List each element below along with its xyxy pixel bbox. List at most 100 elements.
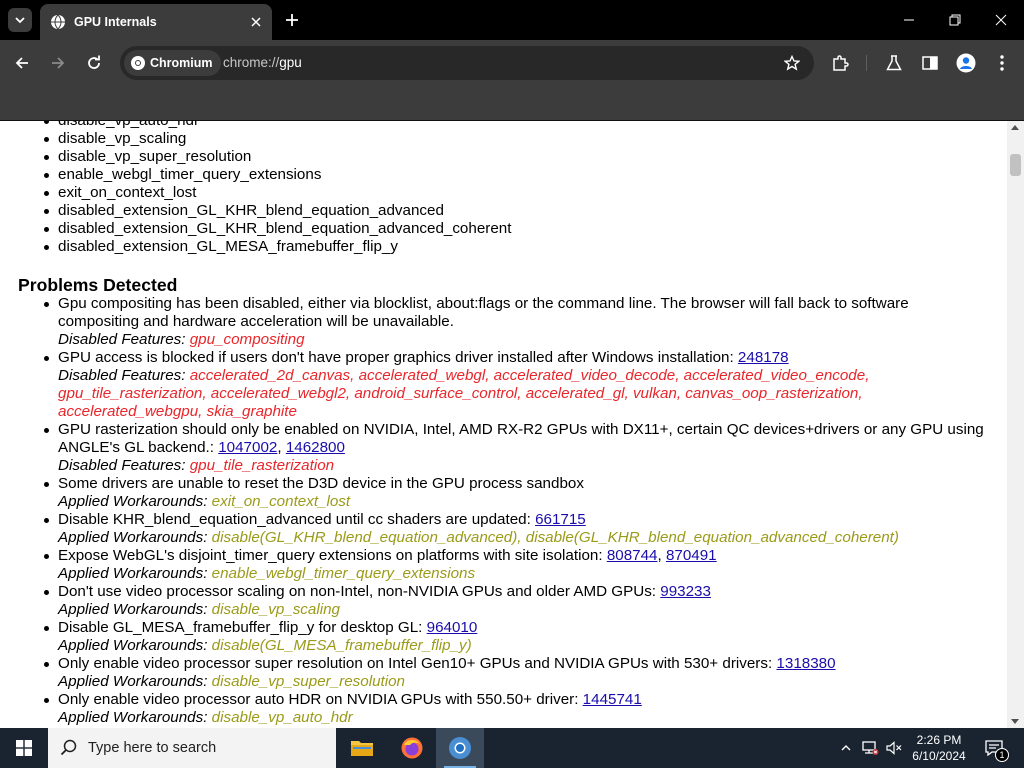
avatar-icon: [956, 53, 976, 73]
bug-link[interactable]: 870491: [666, 547, 717, 564]
scrollbar-thumb[interactable]: [1010, 154, 1021, 176]
network-button[interactable]: [860, 738, 880, 758]
list-item: disable_vp_super_resolution: [40, 148, 1007, 166]
disabled-features-value: gpu_tile_rasterization: [189, 457, 335, 474]
problem-description: Don't use video processor scaling on non…: [58, 583, 657, 600]
workarounds-list: disable_vp_auto_hdrdisable_vp_scalingdis…: [0, 121, 1007, 256]
bug-link[interactable]: 1462800: [286, 439, 345, 456]
applied-workarounds-label: Applied Workarounds:: [58, 493, 208, 510]
tab-gpu-internals[interactable]: GPU Internals: [40, 4, 272, 40]
problem-description: GPU rasterization should only be enabled…: [58, 421, 984, 456]
scroll-up-arrow[interactable]: [1011, 125, 1019, 130]
applied-workarounds-line: Applied Workarounds: disable_vp_super_re…: [58, 673, 990, 691]
applied-workarounds-line: Applied Workarounds: enable_webgl_timer_…: [58, 565, 990, 583]
windows-taskbar: Type here to search 2:26 PM 6/10/2024 1: [0, 728, 1024, 768]
chevron-up-icon: [841, 745, 851, 751]
start-button[interactable]: [0, 728, 48, 768]
new-tab-button[interactable]: [280, 8, 304, 32]
notification-center-button[interactable]: 1: [982, 736, 1009, 762]
search-placeholder: Type here to search: [88, 740, 217, 756]
flask-icon: [886, 55, 902, 71]
bug-link[interactable]: 1047002: [218, 439, 277, 456]
show-hidden-icons-button[interactable]: [836, 738, 856, 758]
extensions-button[interactable]: [826, 49, 854, 77]
tab-search-button[interactable]: [8, 8, 32, 32]
page-scroll-content: disable_vp_auto_hdrdisable_vp_scalingdis…: [0, 121, 1007, 726]
applied-workarounds-label: Applied Workarounds:: [58, 565, 208, 582]
minimize-button[interactable]: [886, 0, 932, 40]
firefox-taskbar-button[interactable]: [388, 728, 436, 768]
taskbar-clock[interactable]: 2:26 PM 6/10/2024: [900, 732, 978, 764]
problem-item: GPU access is blocked if users don't hav…: [40, 349, 990, 421]
close-icon: [251, 17, 261, 27]
applied-workarounds-value: disable_vp_super_resolution: [211, 673, 406, 690]
side-panel-icon: [922, 56, 938, 70]
taskbar-search-box[interactable]: Type here to search: [48, 728, 336, 768]
page-scrollbar[interactable]: [1007, 121, 1024, 728]
site-info-chip[interactable]: Chromium: [124, 50, 221, 76]
search-icon: [60, 739, 77, 756]
applied-workarounds-value: disable(GL_KHR_blend_equation_advanced),…: [211, 529, 899, 546]
labs-button[interactable]: [880, 49, 908, 77]
bug-link[interactable]: 661715: [535, 511, 586, 528]
bug-link[interactable]: 248178: [738, 349, 789, 366]
menu-button[interactable]: [988, 49, 1016, 77]
chromium-taskbar-button[interactable]: [436, 728, 484, 768]
list-item: disable_vp_scaling: [40, 130, 1007, 148]
applied-workarounds-line: Applied Workarounds: exit_on_context_los…: [58, 493, 990, 511]
toolbar-divider: [866, 55, 867, 71]
problems-heading: Problems Detected: [18, 275, 178, 295]
side-panel-button[interactable]: [916, 49, 944, 77]
problem-item: GPU rasterization should only be enabled…: [40, 421, 990, 475]
back-button[interactable]: [8, 49, 36, 77]
applied-workarounds-line: Applied Workarounds: disable_vp_auto_hdr: [58, 709, 990, 727]
url-scheme: chrome://: [223, 55, 280, 70]
bug-link[interactable]: 993233: [660, 583, 711, 600]
bug-link[interactable]: 808744: [607, 547, 658, 564]
list-item: disabled_extension_GL_KHR_blend_equation…: [40, 202, 1007, 220]
bug-link[interactable]: 1318380: [776, 655, 835, 672]
applied-workarounds-label: Applied Workarounds:: [58, 673, 208, 690]
disabled-features-line: Disabled Features: gpu_tile_rasterizatio…: [58, 457, 990, 475]
bug-link[interactable]: 964010: [427, 619, 478, 636]
problem-item: Gpu compositing has been disabled, eithe…: [40, 295, 990, 349]
close-window-button[interactable]: [978, 0, 1024, 40]
file-explorer-taskbar-button[interactable]: [338, 728, 386, 768]
applied-workarounds-value: disable_vp_scaling: [211, 601, 340, 618]
problem-item: Only enable video processor super resolu…: [40, 655, 990, 691]
forward-button[interactable]: [44, 49, 72, 77]
more-vertical-icon: [1000, 55, 1004, 71]
bookmark-button[interactable]: [782, 53, 802, 73]
chromium-icon: [449, 737, 471, 759]
minimize-icon: [904, 19, 914, 21]
restore-button[interactable]: [932, 0, 978, 40]
disabled-features-label: Disabled Features:: [58, 367, 186, 384]
list-item: disable_vp_auto_hdr: [40, 121, 1007, 130]
applied-workarounds-value: enable_webgl_timer_query_extensions: [211, 565, 476, 582]
bug-link[interactable]: 1445741: [583, 691, 642, 708]
profile-button[interactable]: [952, 49, 980, 77]
url-path: gpu: [279, 55, 302, 70]
page-content: disable_vp_auto_hdrdisable_vp_scalingdis…: [0, 121, 1007, 728]
scroll-down-arrow[interactable]: [1011, 719, 1019, 724]
arrow-left-icon: [15, 57, 28, 69]
close-icon: [995, 14, 1007, 26]
applied-workarounds-value: disable(GL_MESA_framebuffer_flip_y): [211, 637, 472, 654]
star-icon: [784, 55, 800, 71]
reload-button[interactable]: [80, 49, 108, 77]
plus-icon: [286, 14, 298, 26]
url-text[interactable]: chrome://gpu: [223, 55, 302, 70]
arrow-right-icon: [52, 57, 65, 69]
chevron-down-icon: [15, 17, 25, 24]
problem-item: Some drivers are unable to reset the D3D…: [40, 475, 990, 511]
address-bar[interactable]: Chromium chrome://gpu: [120, 46, 814, 80]
list-item: disabled_extension_GL_MESA_framebuffer_f…: [40, 238, 1007, 256]
applied-workarounds-label: Applied Workarounds:: [58, 637, 208, 654]
disabled-features-value: gpu_compositing: [189, 331, 305, 348]
chromium-icon: [131, 56, 145, 70]
puzzle-icon: [833, 55, 849, 71]
bookmarks-bar: [0, 86, 1024, 121]
disabled-features-label: Disabled Features:: [58, 331, 186, 348]
problems-list: Gpu compositing has been disabled, eithe…: [0, 295, 990, 727]
close-tab-button[interactable]: [244, 10, 268, 34]
